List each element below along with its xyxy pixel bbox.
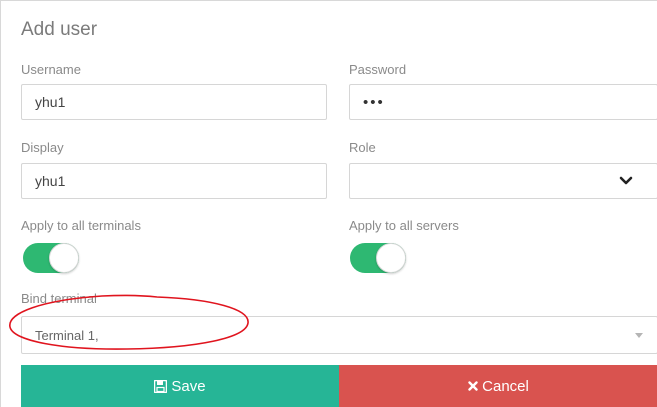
username-label: Username [21, 62, 81, 77]
username-value: yhu1 [35, 94, 66, 110]
save-button[interactable]: Save [21, 365, 339, 407]
display-value: yhu1 [35, 173, 66, 189]
floppy-disk-icon [154, 379, 168, 393]
cancel-button[interactable]: Cancel [339, 365, 657, 407]
apply-terminals-toggle[interactable] [23, 243, 79, 273]
role-select[interactable] [349, 163, 657, 199]
display-label: Display [21, 140, 64, 155]
apply-servers-toggle[interactable] [350, 243, 406, 273]
role-label: Role [349, 140, 376, 155]
password-label: Password [349, 62, 407, 77]
add-user-dialog: Add user Username yhu1 Password ••• Disp… [0, 0, 657, 407]
dialog-title: Add user [21, 19, 98, 40]
chevron-down-icon [619, 176, 633, 185]
apply-servers-label: Apply to all servers [349, 218, 459, 233]
close-icon [468, 381, 478, 391]
caret-down-icon [635, 333, 643, 338]
display-field[interactable]: yhu1 [21, 163, 327, 199]
cancel-label: Cancel [482, 377, 529, 395]
annotation-ellipse [9, 294, 249, 350]
toggle-knob [376, 243, 406, 273]
apply-terminals-label: Apply to all terminals [21, 218, 141, 233]
username-field[interactable]: yhu1 [21, 84, 327, 120]
password-field[interactable]: ••• [349, 84, 657, 120]
password-value: ••• [363, 93, 385, 111]
toggle-knob [49, 243, 79, 273]
save-label: Save [171, 377, 206, 395]
